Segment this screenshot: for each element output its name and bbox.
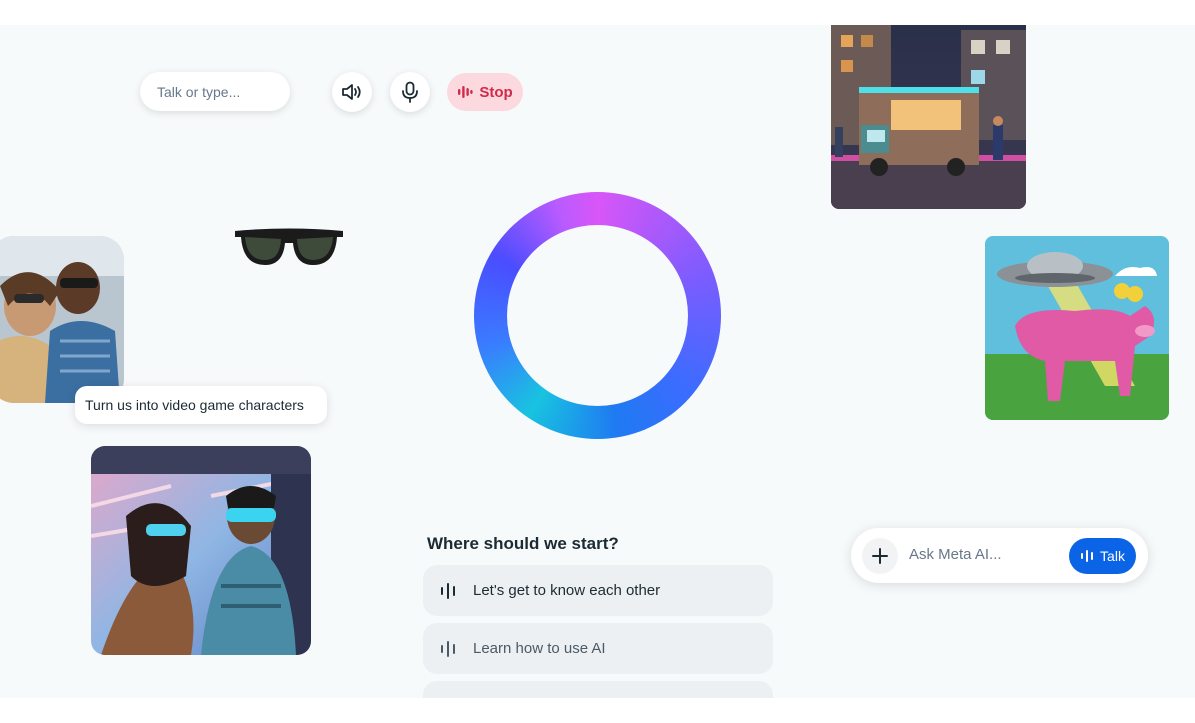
suggestions-title: Where should we start? bbox=[427, 534, 619, 553]
suggestion-third[interactable] bbox=[423, 681, 773, 698]
sunglasses-image bbox=[233, 227, 345, 269]
voice-wave-icon bbox=[458, 86, 473, 98]
input-placeholder: Talk or type... bbox=[157, 83, 241, 100]
voice-wave-icon bbox=[1081, 550, 1094, 562]
voice-wave-icon bbox=[439, 698, 457, 699]
add-button[interactable] bbox=[862, 538, 898, 574]
caption-text: Turn us into video game characters bbox=[85, 397, 304, 413]
microphone-icon bbox=[402, 81, 418, 103]
talk-label: Talk bbox=[1100, 548, 1125, 564]
voice-wave-icon bbox=[441, 582, 455, 599]
suggestion-learn-ai[interactable]: Learn how to use AI bbox=[423, 623, 773, 674]
image-caption: Turn us into video game characters bbox=[75, 386, 327, 424]
stop-button[interactable]: Stop bbox=[447, 73, 523, 111]
speaker-button[interactable] bbox=[332, 72, 372, 112]
ask-input[interactable]: Ask Meta AI... bbox=[909, 546, 1002, 563]
cow-ufo-image bbox=[985, 236, 1169, 420]
microphone-button[interactable] bbox=[390, 72, 430, 112]
video-game-characters-image bbox=[91, 446, 311, 655]
talk-button[interactable]: Talk bbox=[1069, 538, 1136, 574]
couple-photo bbox=[0, 236, 124, 403]
plus-icon bbox=[872, 548, 888, 564]
voice-wave-icon bbox=[441, 640, 455, 657]
ask-meta-ai-bar: Ask Meta AI... Talk bbox=[851, 528, 1148, 583]
suggestion-get-to-know[interactable]: Let's get to know each other bbox=[423, 565, 773, 616]
talk-or-type-input[interactable]: Talk or type... bbox=[140, 72, 290, 111]
canvas: Talk or type... Stop Turn us into video … bbox=[0, 25, 1195, 698]
food-truck-image bbox=[831, 25, 1026, 209]
suggestion-label: Let's get to know each other bbox=[473, 582, 661, 599]
stop-label: Stop bbox=[479, 83, 513, 101]
suggestion-label: Learn how to use AI bbox=[473, 640, 606, 657]
speaker-icon bbox=[342, 84, 361, 100]
voice-ring-center bbox=[507, 225, 688, 406]
